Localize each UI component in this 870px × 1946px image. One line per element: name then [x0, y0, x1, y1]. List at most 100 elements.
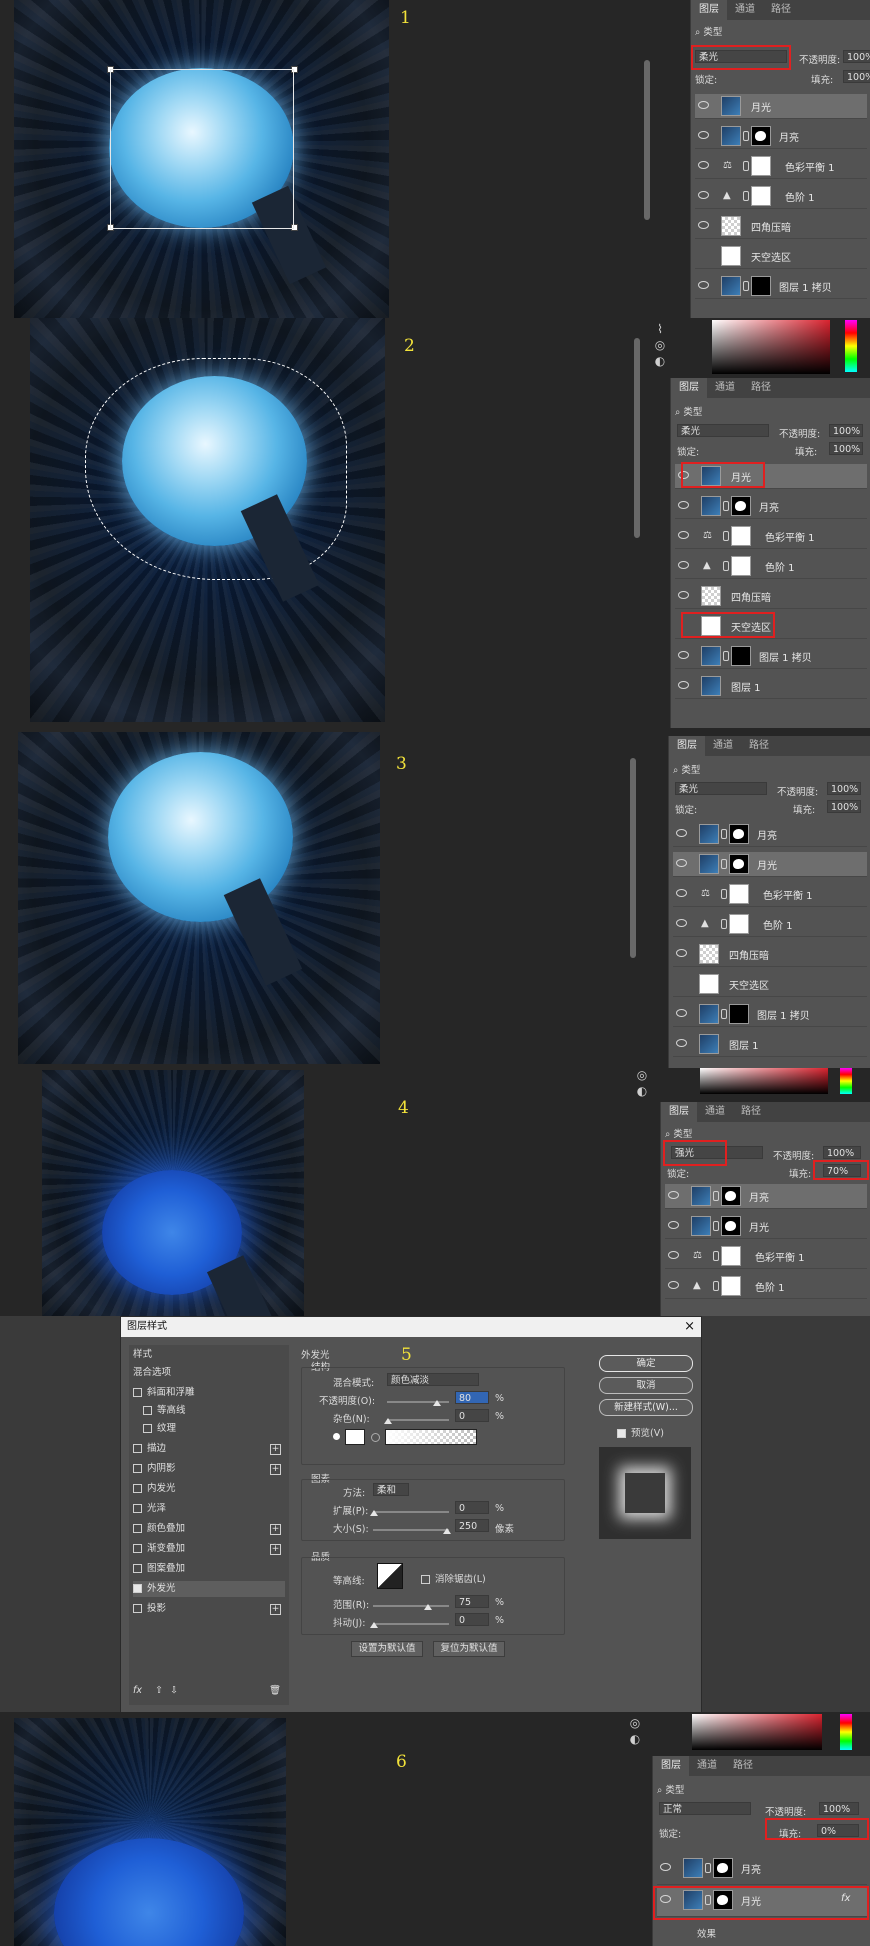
- eye-icon[interactable]: [668, 1251, 679, 1259]
- checkbox[interactable]: [133, 1484, 142, 1493]
- checkbox[interactable]: [133, 1388, 142, 1397]
- layer-row[interactable]: 天空选区: [673, 972, 867, 997]
- checkbox[interactable]: [143, 1406, 152, 1415]
- opacity-input[interactable]: 100%: [819, 1802, 859, 1815]
- layer-name[interactable]: 色彩平衡 1: [785, 159, 835, 174]
- add-icon[interactable]: +: [270, 1604, 281, 1615]
- spread-slider[interactable]: [373, 1511, 449, 1513]
- checkbox[interactable]: [143, 1424, 152, 1433]
- layer-row[interactable]: ▲ 色阶 1: [675, 554, 867, 579]
- noise-slider[interactable]: [387, 1419, 449, 1421]
- color-swatch[interactable]: [345, 1429, 365, 1445]
- eye-icon[interactable]: [668, 1281, 679, 1289]
- layer-name[interactable]: 月亮: [749, 1189, 769, 1204]
- checkbox[interactable]: [617, 1429, 626, 1438]
- size-slider-knob[interactable]: [443, 1528, 451, 1534]
- layer-row[interactable]: 月亮: [657, 1856, 867, 1885]
- blend-mode-select[interactable]: 正常: [659, 1802, 751, 1815]
- color-spectrum[interactable]: [840, 1714, 852, 1750]
- new-style-button[interactable]: 新建样式(W)...: [599, 1399, 693, 1416]
- tab-paths[interactable]: 路径: [733, 1102, 769, 1122]
- filter-type[interactable]: 类型: [703, 27, 722, 38]
- tab-channels[interactable]: 通道: [707, 378, 743, 398]
- move-down-icon[interactable]: ⇩: [170, 1685, 178, 1696]
- eye-icon[interactable]: [668, 1191, 679, 1199]
- checkbox[interactable]: [133, 1524, 142, 1533]
- layer-row[interactable]: 图层 1 拷贝: [695, 274, 867, 299]
- layer-name[interactable]: 四角压暗: [751, 219, 791, 234]
- tab-channels[interactable]: 通道: [705, 736, 741, 756]
- layer-row[interactable]: ▲ 色阶 1: [695, 184, 867, 209]
- eye-icon[interactable]: [676, 829, 687, 837]
- eye-icon[interactable]: [698, 131, 709, 139]
- add-icon[interactable]: +: [270, 1464, 281, 1475]
- eye-icon[interactable]: [676, 889, 687, 897]
- layer-name[interactable]: 色阶 1: [765, 559, 795, 574]
- style-header[interactable]: 样式: [133, 1347, 285, 1363]
- layer-name[interactable]: 四角压暗: [731, 589, 771, 604]
- transform-box[interactable]: [110, 69, 294, 229]
- checkbox[interactable]: [133, 1564, 142, 1573]
- layer-name[interactable]: 图层 1: [731, 679, 761, 694]
- noise-slider-knob[interactable]: [384, 1418, 392, 1424]
- size-slider[interactable]: [373, 1529, 449, 1531]
- size-input[interactable]: 250: [455, 1519, 489, 1532]
- layer-row[interactable]: ⚖ 色彩平衡 1: [673, 882, 867, 907]
- antialias-option[interactable]: 消除锯齿(L): [421, 1571, 486, 1585]
- tab-paths[interactable]: 路径: [763, 0, 799, 20]
- checkbox[interactable]: [421, 1575, 430, 1584]
- checkbox[interactable]: [133, 1544, 142, 1553]
- eye-icon[interactable]: [678, 591, 689, 599]
- range-slider[interactable]: [373, 1605, 449, 1607]
- style-contour[interactable]: 等高线: [143, 1403, 285, 1419]
- range-slider-knob[interactable]: [424, 1604, 432, 1610]
- checkbox[interactable]: [133, 1584, 142, 1593]
- noise-input[interactable]: 0: [455, 1409, 489, 1422]
- style-bevel-emboss[interactable]: 斜面和浮雕: [133, 1385, 285, 1401]
- layer-row[interactable]: ⚖ 色彩平衡 1: [695, 154, 867, 179]
- scrollbar[interactable]: [630, 758, 636, 958]
- tab-channels[interactable]: 通道: [689, 1756, 725, 1776]
- style-texture[interactable]: 纹理: [143, 1421, 285, 1437]
- layer-name[interactable]: 图层 1 拷贝: [759, 649, 812, 664]
- selection-marquee[interactable]: [85, 358, 347, 580]
- eye-icon[interactable]: [698, 221, 709, 229]
- jitter-input[interactable]: 0: [455, 1613, 489, 1626]
- adjust-icon[interactable]: ◐: [650, 354, 670, 370]
- checkbox[interactable]: [133, 1504, 142, 1513]
- layer-name[interactable]: 色阶 1: [785, 189, 815, 204]
- eye-icon[interactable]: [698, 191, 709, 199]
- move-up-icon[interactable]: ⇧: [155, 1685, 163, 1696]
- style-pattern-overlay[interactable]: 图案叠加: [133, 1561, 285, 1577]
- add-icon[interactable]: +: [270, 1524, 281, 1535]
- cancel-button[interactable]: 取消: [599, 1377, 693, 1394]
- ok-button[interactable]: 确定: [599, 1355, 693, 1372]
- layer-row[interactable]: ▲ 色阶 1: [673, 912, 867, 937]
- add-icon[interactable]: +: [270, 1544, 281, 1555]
- opacity-input[interactable]: 100%: [843, 50, 870, 63]
- filter-type[interactable]: 类型: [673, 1129, 692, 1140]
- style-color-overlay[interactable]: 颜色叠加 +: [133, 1521, 285, 1537]
- checkbox[interactable]: [133, 1464, 142, 1473]
- blending-options[interactable]: 混合选项: [133, 1365, 285, 1381]
- checkbox[interactable]: [133, 1604, 142, 1613]
- opacity-input[interactable]: 80: [455, 1391, 489, 1404]
- filter-type[interactable]: 类型: [665, 1785, 684, 1796]
- style-drop-shadow[interactable]: 投影 +: [133, 1601, 285, 1617]
- opacity-input[interactable]: 100%: [827, 782, 861, 795]
- layer-row[interactable]: ⚖ 色彩平衡 1: [665, 1244, 867, 1269]
- style-inner-shadow[interactable]: 内阴影 +: [133, 1461, 285, 1477]
- layer-row[interactable]: 图层 1 拷贝: [673, 1002, 867, 1027]
- style-outer-glow[interactable]: 外发光: [133, 1581, 285, 1597]
- layer-name[interactable]: 月光: [751, 99, 771, 114]
- layer-row[interactable]: 四角压暗: [673, 942, 867, 967]
- layer-row[interactable]: 月光: [665, 1214, 867, 1239]
- radio-solid-color[interactable]: [333, 1433, 340, 1440]
- opacity-input[interactable]: 100%: [829, 424, 863, 437]
- tab-layers[interactable]: 图层: [671, 378, 707, 398]
- jitter-slider-knob[interactable]: [370, 1622, 378, 1628]
- eye-icon[interactable]: [660, 1863, 671, 1871]
- close-icon[interactable]: ×: [684, 1317, 695, 1337]
- tab-layers[interactable]: 图层: [661, 1102, 697, 1122]
- layer-row[interactable]: 月亮: [675, 494, 867, 519]
